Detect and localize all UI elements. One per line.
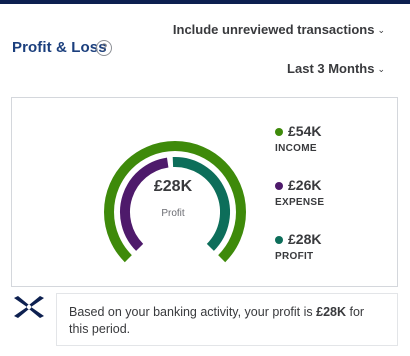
include-unreviewed-label: Include unreviewed transactions: [172, 22, 375, 37]
legend-profit-value: £28K: [288, 231, 322, 247]
period-dropdown[interactable]: Last 3 Months ⌄: [287, 61, 385, 76]
profit-total-value: £28K: [153, 178, 193, 195]
legend-expense-label: EXPENSE: [275, 197, 325, 208]
legend-income-value: £54K: [288, 123, 322, 139]
expense-dot-icon: [275, 182, 283, 190]
insight-text-before: Based on your banking activity, your pro…: [69, 305, 317, 319]
question-circle-icon[interactable]: ?: [96, 40, 112, 56]
page-title: Profit & Loss: [12, 39, 107, 56]
bank-logo-icon: [14, 296, 44, 318]
profit-total-caption: Profit: [161, 208, 185, 219]
period-label: Last 3 Months: [287, 61, 375, 76]
profit-dot-icon: [275, 236, 283, 244]
profit-loss-card: £28K Profit £54K INCOME £26K EXPENSE £28…: [11, 97, 398, 287]
profit-ring: [172, 157, 231, 251]
expense-ring: [120, 157, 169, 251]
insight-message: Based on your banking activity, your pro…: [56, 293, 398, 346]
chevron-down-icon: ⌄: [377, 64, 385, 74]
include-unreviewed-dropdown[interactable]: Include unreviewed transactions ⌄: [173, 22, 385, 37]
legend-expense-value: £26K: [288, 177, 322, 193]
legend-profit-label: PROFIT: [275, 251, 314, 262]
legend-income-label: INCOME: [275, 143, 317, 154]
top-accent-bar: [0, 0, 410, 4]
chevron-down-icon: ⌄: [377, 25, 385, 35]
insight-profit-amount: £28K: [316, 305, 347, 319]
income-dot-icon: [275, 128, 283, 136]
